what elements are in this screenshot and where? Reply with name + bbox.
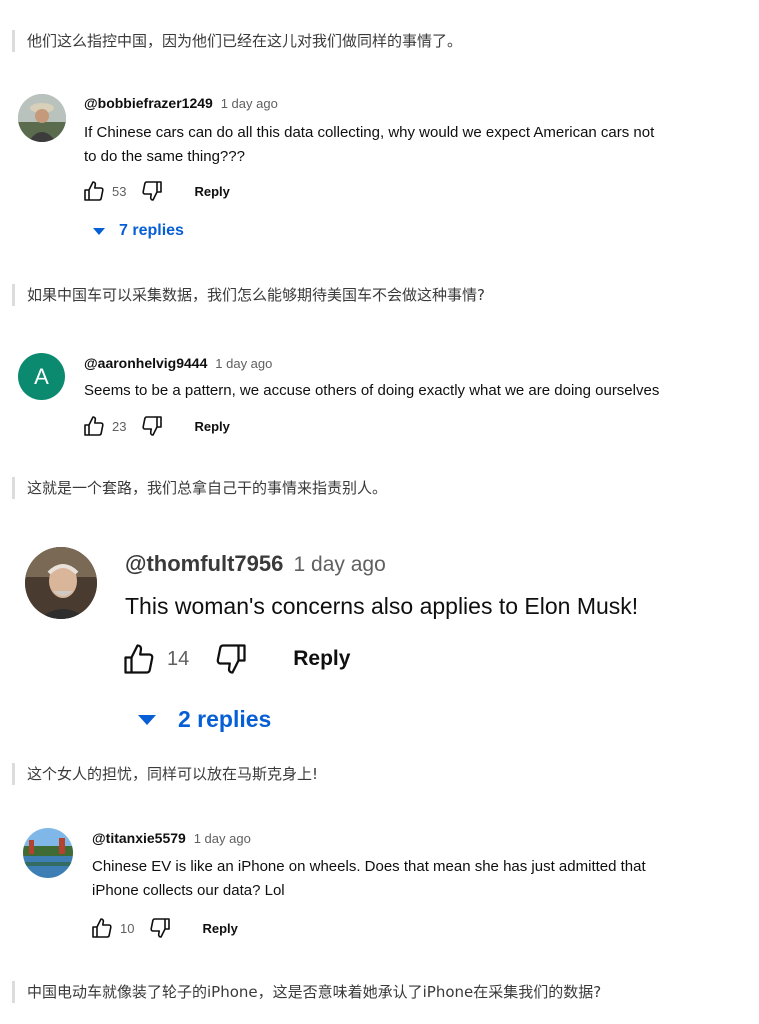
comment-line: Seems to be a pattern, we accuse others … [84, 382, 660, 399]
translation-quote: 如果中国车可以采集数据，我们怎么能够期待美国车不会做这种事情? [12, 284, 485, 306]
reply-button[interactable]: Reply [194, 184, 229, 199]
author-handle[interactable]: @aaronhelvig9444 [84, 355, 207, 371]
like-count: 23 [112, 418, 127, 434]
author-handle[interactable]: @titanxie5579 [92, 830, 186, 846]
comment-time[interactable]: 1 day ago [221, 96, 278, 111]
avatar[interactable] [25, 547, 97, 619]
landscape-photo-icon [23, 828, 73, 878]
comment-time[interactable]: 1 day ago [194, 831, 251, 846]
dislike-button[interactable] [213, 641, 249, 677]
like-count: 14 [167, 647, 190, 670]
author-handle[interactable]: @bobbiefrazer1249 [84, 95, 213, 111]
translation-quote: 这就是一个套路，我们总拿自己干的事情来指责别人。 [12, 477, 387, 499]
comment-header: @aaronhelvig9444 1 day ago [84, 355, 272, 371]
comment-text: Seems to be a pattern, we accuse others … [84, 379, 659, 403]
quote-text: 这就是一个套路，我们总拿自己干的事情来指责别人。 [27, 479, 388, 497]
comment-time[interactable]: 1 day ago [215, 356, 272, 371]
view-replies-button[interactable]: 2 replies [138, 706, 271, 733]
like-button[interactable] [82, 179, 106, 203]
view-replies-button[interactable]: 7 replies [93, 222, 184, 240]
comment-line: If Chinese cars can do all this data col… [84, 124, 655, 141]
comment-text: If Chinese cars can do all this data col… [84, 121, 654, 169]
quote-text: 他们这么指控中国，因为他们已经在这儿对我们做同样的事情了。 [27, 32, 463, 50]
caret-down-icon [93, 227, 105, 235]
author-handle[interactable]: @thomfult7956 [125, 551, 283, 576]
translation-quote: 这个女人的担忧，同样可以放在马斯克身上! [12, 763, 318, 785]
thumbs-down-icon [142, 181, 163, 201]
like-count: 53 [112, 183, 127, 199]
dislike-button[interactable] [148, 916, 172, 940]
comment-line: to do the same thing??? [84, 148, 245, 165]
translation-quote: 中国电动车就像装了轮子的iPhone，这是否意味着她承认了iPhone在采集我们… [12, 981, 601, 1003]
quote-text: 这个女人的担忧，同样可以放在马斯克身上! [27, 765, 319, 783]
avatar[interactable] [18, 94, 66, 142]
comment-text: This woman's concerns also applies to El… [125, 590, 638, 622]
avatar[interactable] [23, 828, 73, 878]
comment-header: @thomfult7956 1 day ago [125, 551, 386, 577]
avatar-letter: A [34, 363, 49, 389]
thumbs-up-icon [124, 644, 154, 674]
comment-line: Chinese EV is like an iPhone on wheels. … [92, 858, 646, 875]
quote-text: 中国电动车就像装了轮子的iPhone，这是否意味着她承认了iPhone在采集我们… [27, 983, 602, 1001]
dislike-button[interactable] [140, 414, 164, 438]
like-count: 10 [120, 920, 135, 936]
thumbs-down-icon [150, 918, 171, 938]
reply-button[interactable]: Reply [293, 647, 350, 671]
thumbs-up-icon [84, 416, 104, 436]
dislike-button[interactable] [140, 179, 164, 203]
comment-actions: 23 Reply [82, 414, 230, 438]
thumbs-up-icon [84, 181, 104, 201]
comment-header: @bobbiefrazer1249 1 day ago [84, 95, 278, 111]
comment-text: Chinese EV is like an iPhone on wheels. … [92, 855, 646, 903]
caret-down-icon [138, 714, 156, 725]
comment-actions: 53 Reply [82, 179, 230, 203]
translation-quote: 他们这么指控中国，因为他们已经在这儿对我们做同样的事情了。 [12, 30, 462, 52]
replies-label: 2 replies [178, 706, 272, 732]
comment-actions: 14 Reply [121, 641, 350, 677]
comment-actions: 10 Reply [90, 916, 238, 940]
reply-button[interactable]: Reply [194, 419, 229, 434]
user-photo-icon [18, 94, 66, 142]
user-photo-icon [25, 547, 97, 619]
comment-header: @titanxie5579 1 day ago [92, 830, 251, 846]
like-button[interactable] [90, 916, 114, 940]
comment-line: iPhone collects our data? Lol [92, 882, 285, 899]
like-button[interactable] [82, 414, 106, 438]
comment-time[interactable]: 1 day ago [294, 553, 386, 576]
reply-button[interactable]: Reply [202, 921, 237, 936]
replies-label: 7 replies [119, 222, 184, 239]
thumbs-down-icon [216, 644, 246, 674]
thumbs-up-icon [92, 918, 112, 938]
avatar[interactable]: A [18, 353, 65, 400]
comment-line: This woman's concerns also applies to El… [125, 593, 639, 619]
quote-text: 如果中国车可以采集数据，我们怎么能够期待美国车不会做这种事情? [27, 286, 485, 304]
like-button[interactable] [121, 641, 157, 677]
thumbs-down-icon [142, 416, 163, 436]
